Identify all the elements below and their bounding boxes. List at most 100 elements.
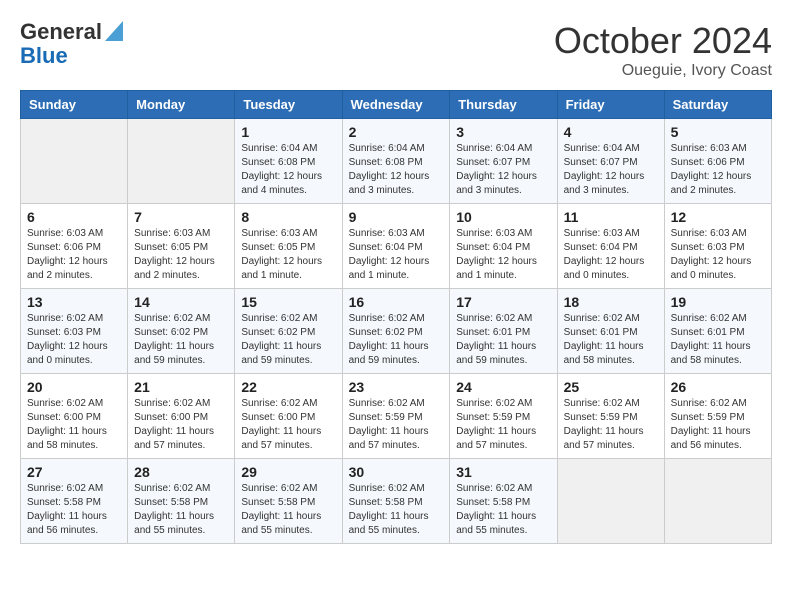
day-number: 19 — [671, 294, 765, 310]
calendar-week-row: 13 Sunrise: 6:02 AM Sunset: 6:03 PM Dayli… — [21, 289, 772, 374]
calendar-cell: 16Sunrise: 6:02 AM Sunset: 6:02 PM Dayli… — [342, 289, 450, 374]
day-number: 9 — [349, 209, 444, 225]
day-detail: Sunrise: 6:03 AM Sunset: 6:06 PM Dayligh… — [671, 142, 765, 198]
calendar-cell: 13 Sunrise: 6:02 AM Sunset: 6:03 PM Dayli… — [21, 289, 128, 374]
day-number: 17 — [456, 294, 550, 310]
calendar-cell: 30 Sunrise: 6:02 AM Sunset: 5:58 PM Dayli… — [342, 459, 450, 544]
weekday-header-monday: Monday — [128, 91, 235, 119]
day-detail: Sunrise: 6:02 AM Sunset: 5:59 PM Dayligh… — [564, 397, 658, 453]
calendar-table: SundayMondayTuesdayWednesdayThursdayFrid… — [20, 90, 772, 544]
day-detail: Sunrise: 6:02 AM Sunset: 5:59 PM Dayligh… — [456, 397, 550, 453]
day-number: 27 — [27, 464, 121, 480]
calendar-cell: 5 Sunrise: 6:03 AM Sunset: 6:06 PM Daylig… — [664, 119, 771, 204]
day-number: 30 — [349, 464, 444, 480]
day-detail: Sunrise: 6:03 AM Sunset: 6:05 PM Dayligh… — [134, 227, 228, 283]
day-detail: Sunrise: 6:02 AM Sunset: 6:02 PM Dayligh… — [349, 312, 444, 368]
calendar-cell: 25 Sunrise: 6:02 AM Sunset: 5:59 PM Dayli… — [557, 374, 664, 459]
day-number: 22 — [241, 379, 335, 395]
day-detail: Sunrise: 6:04 AM Sunset: 6:07 PM Dayligh… — [456, 142, 550, 198]
logo-text-line2: Blue — [20, 43, 68, 68]
day-number: 15 — [241, 294, 335, 310]
day-detail: Sunrise: 6:02 AM Sunset: 5:59 PM Dayligh… — [349, 397, 444, 453]
calendar-cell: 8 Sunrise: 6:03 AM Sunset: 6:05 PM Daylig… — [235, 204, 342, 289]
weekday-header-friday: Friday — [557, 91, 664, 119]
day-detail: Sunrise: 6:03 AM Sunset: 6:05 PM Dayligh… — [241, 227, 335, 283]
calendar-cell: 15Sunrise: 6:02 AM Sunset: 6:02 PM Dayli… — [235, 289, 342, 374]
calendar-cell: 6 Sunrise: 6:03 AM Sunset: 6:06 PM Daylig… — [21, 204, 128, 289]
day-detail: Sunrise: 6:02 AM Sunset: 5:59 PM Dayligh… — [671, 397, 765, 453]
day-number: 21 — [134, 379, 228, 395]
calendar-cell: 3 Sunrise: 6:04 AM Sunset: 6:07 PM Daylig… — [450, 119, 557, 204]
day-detail: Sunrise: 6:02 AM Sunset: 5:58 PM Dayligh… — [349, 482, 444, 538]
day-detail: Sunrise: 6:03 AM Sunset: 6:04 PM Dayligh… — [564, 227, 658, 283]
calendar-cell: 11Sunrise: 6:03 AM Sunset: 6:04 PM Dayli… — [557, 204, 664, 289]
day-number: 10 — [456, 209, 550, 225]
day-number: 14 — [134, 294, 228, 310]
day-number: 5 — [671, 124, 765, 140]
location-subtitle: Oueguie, Ivory Coast — [554, 62, 772, 80]
day-detail: Sunrise: 6:03 AM Sunset: 6:04 PM Dayligh… — [349, 227, 444, 283]
calendar-cell: 29Sunrise: 6:02 AM Sunset: 5:58 PM Dayli… — [235, 459, 342, 544]
day-number: 6 — [27, 209, 121, 225]
weekday-header-saturday: Saturday — [664, 91, 771, 119]
day-detail: Sunrise: 6:04 AM Sunset: 6:07 PM Dayligh… — [564, 142, 658, 198]
day-number: 28 — [134, 464, 228, 480]
day-detail: Sunrise: 6:03 AM Sunset: 6:06 PM Dayligh… — [27, 227, 121, 283]
day-number: 8 — [241, 209, 335, 225]
day-detail: Sunrise: 6:03 AM Sunset: 6:03 PM Dayligh… — [671, 227, 765, 283]
calendar-cell: 22 Sunrise: 6:02 AM Sunset: 6:00 PM Dayli… — [235, 374, 342, 459]
calendar-cell: 9 Sunrise: 6:03 AM Sunset: 6:04 PM Daylig… — [342, 204, 450, 289]
day-detail: Sunrise: 6:02 AM Sunset: 6:01 PM Dayligh… — [456, 312, 550, 368]
weekday-header-thursday: Thursday — [450, 91, 557, 119]
day-number: 4 — [564, 124, 658, 140]
calendar-week-row: 6 Sunrise: 6:03 AM Sunset: 6:06 PM Daylig… — [21, 204, 772, 289]
day-number: 7 — [134, 209, 228, 225]
day-detail: Sunrise: 6:02 AM Sunset: 6:02 PM Dayligh… — [134, 312, 228, 368]
weekday-header-wednesday: Wednesday — [342, 91, 450, 119]
day-detail: Sunrise: 6:03 AM Sunset: 6:04 PM Dayligh… — [456, 227, 550, 283]
calendar-cell: 24 Sunrise: 6:02 AM Sunset: 5:59 PM Dayli… — [450, 374, 557, 459]
calendar-cell — [21, 119, 128, 204]
logo-arrow-icon — [105, 21, 123, 41]
calendar-cell: 26 Sunrise: 6:02 AM Sunset: 5:59 PM Dayli… — [664, 374, 771, 459]
day-detail: Sunrise: 6:02 AM Sunset: 6:00 PM Dayligh… — [241, 397, 335, 453]
logo: General Blue — [20, 20, 123, 68]
calendar-header-row: SundayMondayTuesdayWednesdayThursdayFrid… — [21, 91, 772, 119]
day-number: 13 — [27, 294, 121, 310]
day-number: 1 — [241, 124, 335, 140]
calendar-cell: 31 Sunrise: 6:02 AM Sunset: 5:58 PM Dayli… — [450, 459, 557, 544]
logo-text-line1: General — [20, 20, 102, 44]
calendar-week-row: 20 Sunrise: 6:02 AM Sunset: 6:00 PM Dayli… — [21, 374, 772, 459]
day-detail: Sunrise: 6:02 AM Sunset: 5:58 PM Dayligh… — [27, 482, 121, 538]
day-detail: Sunrise: 6:02 AM Sunset: 5:58 PM Dayligh… — [134, 482, 228, 538]
day-number: 18 — [564, 294, 658, 310]
calendar-cell: 23Sunrise: 6:02 AM Sunset: 5:59 PM Dayli… — [342, 374, 450, 459]
calendar-cell: 7 Sunrise: 6:03 AM Sunset: 6:05 PM Daylig… — [128, 204, 235, 289]
day-number: 24 — [456, 379, 550, 395]
day-number: 26 — [671, 379, 765, 395]
day-number: 12 — [671, 209, 765, 225]
day-number: 2 — [349, 124, 444, 140]
day-number: 20 — [27, 379, 121, 395]
calendar-cell — [557, 459, 664, 544]
day-number: 25 — [564, 379, 658, 395]
day-detail: Sunrise: 6:02 AM Sunset: 6:03 PM Dayligh… — [27, 312, 121, 368]
calendar-cell: 27 Sunrise: 6:02 AM Sunset: 5:58 PM Dayli… — [21, 459, 128, 544]
calendar-cell: 20 Sunrise: 6:02 AM Sunset: 6:00 PM Dayli… — [21, 374, 128, 459]
day-detail: Sunrise: 6:02 AM Sunset: 6:00 PM Dayligh… — [27, 397, 121, 453]
day-detail: Sunrise: 6:02 AM Sunset: 5:58 PM Dayligh… — [456, 482, 550, 538]
day-number: 29 — [241, 464, 335, 480]
calendar-cell: 12 Sunrise: 6:03 AM Sunset: 6:03 PM Dayli… — [664, 204, 771, 289]
day-number: 3 — [456, 124, 550, 140]
calendar-cell: 28 Sunrise: 6:02 AM Sunset: 5:58 PM Dayli… — [128, 459, 235, 544]
calendar-cell: 19Sunrise: 6:02 AM Sunset: 6:01 PM Dayli… — [664, 289, 771, 374]
calendar-week-row: 1Sunrise: 6:04 AM Sunset: 6:08 PM Daylig… — [21, 119, 772, 204]
calendar-cell — [128, 119, 235, 204]
calendar-cell: 14 Sunrise: 6:02 AM Sunset: 6:02 PM Dayli… — [128, 289, 235, 374]
calendar-cell: 2Sunrise: 6:04 AM Sunset: 6:08 PM Daylig… — [342, 119, 450, 204]
weekday-header-tuesday: Tuesday — [235, 91, 342, 119]
day-number: 31 — [456, 464, 550, 480]
day-detail: Sunrise: 6:02 AM Sunset: 6:01 PM Dayligh… — [564, 312, 658, 368]
calendar-cell: 17 Sunrise: 6:02 AM Sunset: 6:01 PM Dayli… — [450, 289, 557, 374]
calendar-cell: 10 Sunrise: 6:03 AM Sunset: 6:04 PM Dayli… — [450, 204, 557, 289]
